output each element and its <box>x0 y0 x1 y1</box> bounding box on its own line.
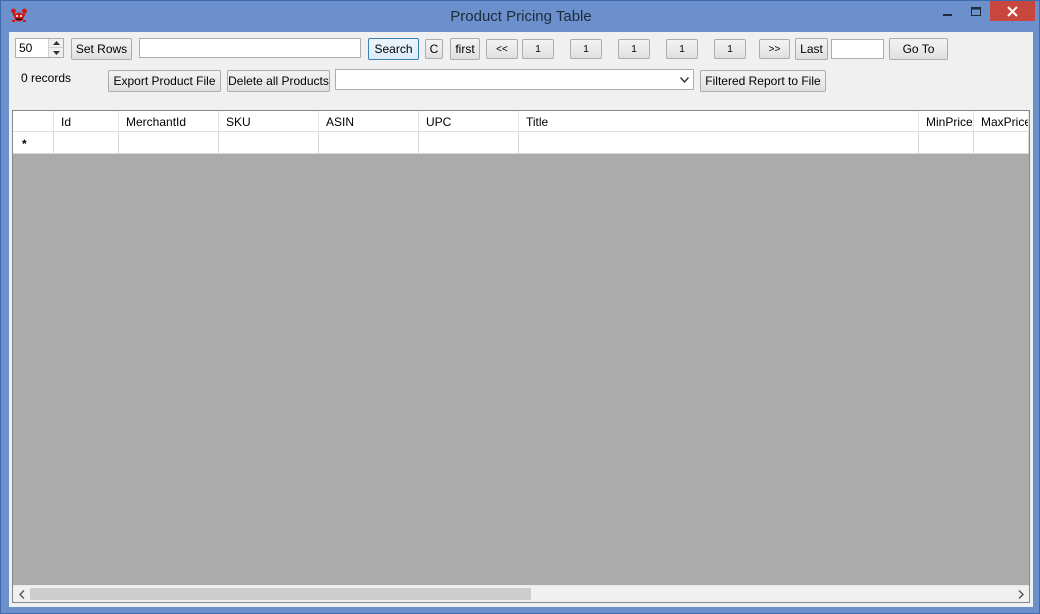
next-page-button[interactable]: >> <box>759 39 790 59</box>
row-header-column[interactable] <box>13 111 54 132</box>
grid-cell[interactable] <box>919 132 974 154</box>
search-button[interactable]: Search <box>368 38 419 60</box>
column-header-title[interactable]: Title <box>519 111 919 132</box>
set-rows-button[interactable]: Set Rows <box>71 38 132 60</box>
page-button-2[interactable]: 1 <box>570 39 602 59</box>
clear-button[interactable]: C <box>425 39 443 59</box>
minimize-icon <box>943 14 952 16</box>
minimize-button[interactable] <box>935 1 961 23</box>
goto-page-input[interactable] <box>831 39 884 59</box>
chevron-left-icon <box>18 589 24 599</box>
grid-cell[interactable] <box>119 132 219 154</box>
new-row-header[interactable]: * <box>13 132 54 154</box>
last-page-button[interactable]: Last <box>795 38 828 60</box>
column-header-sku[interactable]: SKU <box>219 111 319 132</box>
rows-per-page-value: 50 <box>19 41 33 55</box>
column-header-id[interactable]: Id <box>54 111 119 132</box>
grid-header-row: Id MerchantId SKU ASIN UPC Title MinPric… <box>13 111 1029 132</box>
horizontal-scrollbar[interactable] <box>13 585 1029 602</box>
records-count-label: 0 records <box>21 71 72 85</box>
rows-per-page-spinner[interactable]: 50 <box>15 38 64 58</box>
spin-up-icon <box>52 41 60 45</box>
close-icon <box>1007 5 1018 17</box>
spinner-down-button[interactable] <box>49 48 63 57</box>
report-filter-dropdown[interactable] <box>335 69 694 90</box>
column-header-merchantid[interactable]: MerchantId <box>119 111 219 132</box>
application-window: Product Pricing Table 50 Set Rows Search… <box>0 0 1040 614</box>
grid-cell[interactable] <box>519 132 919 154</box>
spin-down-icon <box>52 50 60 55</box>
delete-all-products-button[interactable]: Delete all Products <box>227 70 330 92</box>
grid-cell[interactable] <box>54 132 119 154</box>
search-input[interactable] <box>139 38 361 58</box>
scroll-right-button[interactable] <box>1012 586 1029 602</box>
goto-button[interactable]: Go To <box>889 38 948 60</box>
scrollbar-thumb[interactable] <box>30 588 531 600</box>
grid-cell[interactable] <box>319 132 419 154</box>
column-header-minprice[interactable]: MinPrice <box>919 111 974 132</box>
export-product-file-button[interactable]: Export Product File <box>108 70 221 92</box>
grid-cell[interactable] <box>419 132 519 154</box>
grid-cell[interactable] <box>974 132 1029 154</box>
maximize-button[interactable] <box>963 1 989 23</box>
chevron-down-icon[interactable] <box>677 73 691 87</box>
grid-cell[interactable] <box>219 132 319 154</box>
maximize-icon <box>971 7 981 16</box>
filtered-report-button[interactable]: Filtered Report to File <box>700 70 826 92</box>
window-title: Product Pricing Table <box>450 8 592 25</box>
page-button-5[interactable]: 1 <box>714 39 746 59</box>
column-header-upc[interactable]: UPC <box>419 111 519 132</box>
chevron-right-icon <box>1018 589 1024 599</box>
client-area: 50 Set Rows Search C first << 1 1 1 1 1 … <box>9 32 1033 607</box>
new-record-row[interactable]: * <box>13 132 1029 154</box>
scroll-left-button[interactable] <box>13 586 30 602</box>
products-grid[interactable]: Id MerchantId SKU ASIN UPC Title MinPric… <box>12 110 1030 603</box>
title-bar[interactable]: Product Pricing Table <box>1 1 1040 32</box>
page-button-4[interactable]: 1 <box>666 39 698 59</box>
previous-page-button[interactable]: << <box>486 39 518 59</box>
close-button[interactable] <box>990 1 1035 21</box>
page-button-3[interactable]: 1 <box>618 39 650 59</box>
first-page-button[interactable]: first <box>450 38 480 60</box>
column-header-maxprice[interactable]: MaxPrice <box>974 111 1029 132</box>
spinner-up-button[interactable] <box>49 39 63 48</box>
page-button-1[interactable]: 1 <box>522 39 554 59</box>
column-header-asin[interactable]: ASIN <box>319 111 419 132</box>
new-row-marker: * <box>22 137 27 151</box>
